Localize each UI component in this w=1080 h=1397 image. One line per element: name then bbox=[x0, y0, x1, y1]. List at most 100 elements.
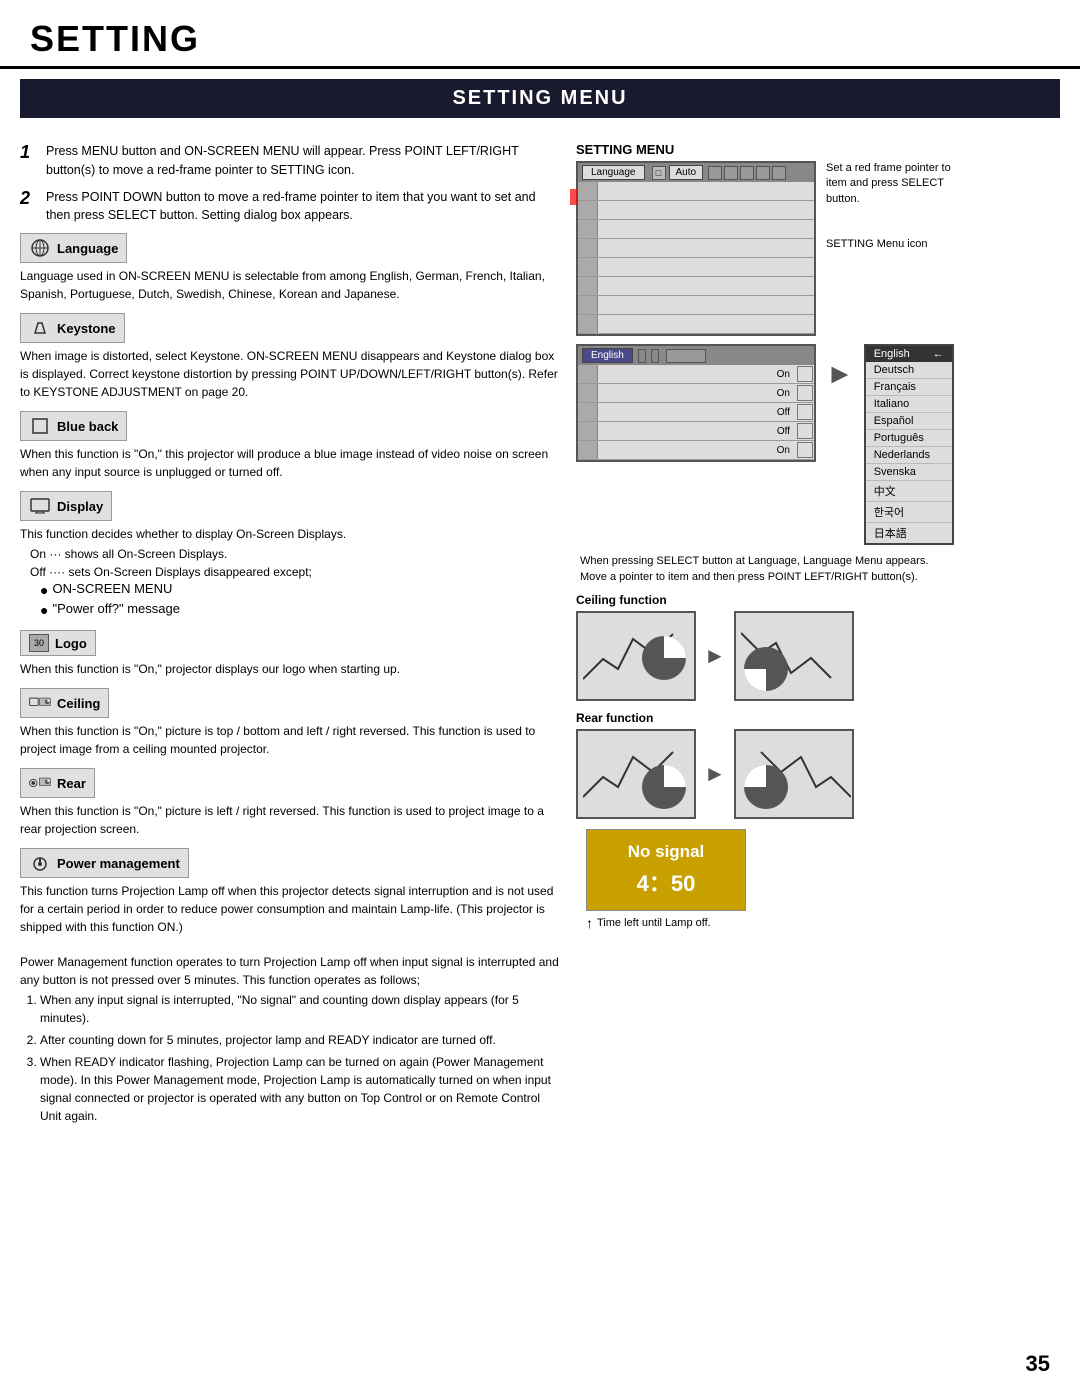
section-title: SETTING MENU bbox=[20, 79, 1060, 118]
power-management-desc1: This function turns Projection Lamp off … bbox=[20, 882, 560, 936]
second-menu-controls bbox=[666, 349, 706, 363]
power-management-header: Power management bbox=[20, 848, 189, 878]
menu-screenshot: Language □ Auto bbox=[576, 161, 816, 336]
menu-row-3-content bbox=[598, 239, 814, 257]
power-management-desc2: Power Management function operates to tu… bbox=[20, 953, 560, 989]
second-row-3-btn bbox=[797, 404, 813, 420]
menu-icon-box-5 bbox=[772, 166, 786, 180]
rear-circle-normal bbox=[639, 762, 689, 812]
second-row-4-content bbox=[598, 430, 771, 432]
feature-power-management: Power management This function turns Pro… bbox=[20, 848, 560, 1125]
feature-blue-back: Blue back When this function is "On," th… bbox=[20, 411, 560, 481]
feature-rear: Rear When this function is "On," picture… bbox=[20, 768, 560, 838]
menu-row-0 bbox=[578, 182, 814, 201]
display-desc: This function decides whether to display… bbox=[20, 525, 560, 543]
menu-tab-auto: Auto bbox=[669, 165, 704, 180]
lang-item-chinese: 中文 bbox=[866, 481, 952, 502]
second-row-1-btn bbox=[797, 366, 813, 382]
menu-icon-boxes bbox=[708, 166, 786, 180]
rear-header: Rear bbox=[20, 768, 95, 798]
rear-arrow-icon: ► bbox=[704, 761, 726, 787]
menu-rows bbox=[578, 182, 814, 334]
time-left-label: Time left until Lamp off. bbox=[597, 917, 711, 929]
lang-item-nederlands: Nederlands bbox=[866, 447, 952, 464]
second-row-2: On bbox=[578, 384, 814, 403]
ceiling-circle-flipped bbox=[741, 644, 791, 694]
lang-item-portugues: Português bbox=[866, 430, 952, 447]
second-row-4-icon bbox=[578, 422, 598, 440]
display-label: Display bbox=[57, 499, 103, 514]
menu-row-1-content bbox=[598, 201, 814, 219]
menu-icon-box-1 bbox=[708, 166, 722, 180]
ceiling-section: Ceiling function ► bbox=[576, 593, 1060, 701]
no-signal-title: No signal bbox=[607, 842, 725, 862]
left-column: 1 Press MENU button and ON-SCREEN MENU w… bbox=[20, 132, 560, 1135]
right-setting-menu-label: SETTING MENU bbox=[576, 142, 1060, 157]
move-pointer-note: Move a pointer to item and then press PO… bbox=[580, 571, 1060, 583]
second-menu-sep2 bbox=[651, 349, 659, 363]
second-menu-topbar: English bbox=[578, 346, 814, 365]
feature-language: Language Language used in ON-SCREEN MENU… bbox=[20, 233, 560, 303]
keystone-icon bbox=[29, 317, 51, 339]
menu-row-7-icon bbox=[578, 315, 598, 333]
menu-row-4-icon bbox=[578, 258, 598, 276]
second-menu-screenshot: English On On bbox=[576, 344, 816, 462]
bullet-icon-1: ● bbox=[40, 581, 48, 601]
menu-annotation1: Set a red frame pointer to item and pres… bbox=[826, 161, 956, 207]
menu-icon-box-2 bbox=[724, 166, 738, 180]
menu-rows-inner bbox=[578, 182, 814, 334]
menu-icon-box-4 bbox=[756, 166, 770, 180]
menu-row-1 bbox=[578, 201, 814, 220]
page-header: SETTING bbox=[0, 0, 1080, 69]
lang-item-francais: Français bbox=[866, 379, 952, 396]
second-row-3-val: Off bbox=[771, 406, 796, 419]
step-2-number: 2 bbox=[20, 188, 38, 226]
blue-back-desc: When this function is "On," this project… bbox=[20, 445, 560, 481]
menu-row-7-content bbox=[598, 315, 814, 333]
ceiling-panel-pair: ► bbox=[576, 611, 1060, 701]
second-row-3-icon bbox=[578, 403, 598, 421]
step-1-text: Press MENU button and ON-SCREEN MENU wil… bbox=[46, 142, 560, 180]
arrow-up-icon: ↑ bbox=[586, 915, 593, 931]
arrow-lang-section: English On On bbox=[576, 344, 1060, 545]
blue-back-icon bbox=[29, 415, 51, 437]
menu-row-2-content bbox=[598, 220, 814, 238]
second-menu-sep1 bbox=[638, 349, 646, 363]
menu-row-5 bbox=[578, 277, 814, 296]
display-bullet-1-text: ON-SCREEN MENU bbox=[52, 581, 172, 596]
display-bullet-2: ● "Power off?" message bbox=[40, 601, 560, 621]
second-row-1-val: On bbox=[771, 368, 796, 381]
rear-circle-flipped bbox=[741, 762, 791, 812]
second-row-4-val: Off bbox=[771, 425, 796, 438]
language-header: Language bbox=[20, 233, 127, 263]
second-row-1-icon bbox=[578, 365, 598, 383]
rear-function-label: Rear function bbox=[576, 711, 1060, 725]
display-sub-on: On ··· shows all On-Screen Displays. bbox=[30, 545, 560, 563]
ceiling-header: Ceiling bbox=[20, 688, 109, 718]
ceiling-desc: When this function is "On," picture is t… bbox=[20, 722, 560, 758]
menu-row-2 bbox=[578, 220, 814, 239]
rear-icon bbox=[29, 772, 51, 794]
display-sub-off: Off ···· sets On-Screen Displays disappe… bbox=[30, 563, 560, 581]
second-row-1-content bbox=[598, 373, 771, 375]
menu-row-2-icon bbox=[578, 220, 598, 238]
language-icon bbox=[29, 237, 51, 259]
lang-item-japanese: 日本語 bbox=[866, 523, 952, 543]
display-header: Display bbox=[20, 491, 112, 521]
page-title: SETTING bbox=[30, 18, 1050, 60]
menu-row-6 bbox=[578, 296, 814, 315]
step-1-number: 1 bbox=[20, 142, 38, 180]
display-bullet-1: ● ON-SCREEN MENU bbox=[40, 581, 560, 601]
menu-annotations: Set a red frame pointer to item and pres… bbox=[826, 161, 956, 336]
menu-row-5-content bbox=[598, 277, 814, 295]
move-pointer-note-text: Move a pointer to item and then press PO… bbox=[580, 571, 918, 583]
menu-row-0-content bbox=[598, 182, 814, 200]
lang-select-note-text: When pressing SELECT button at Language,… bbox=[580, 555, 928, 567]
lang-select-note: When pressing SELECT button at Language,… bbox=[580, 555, 1060, 567]
feature-display: Display This function decides whether to… bbox=[20, 491, 560, 620]
menu-tab-language: Language bbox=[582, 165, 645, 180]
menu-row-6-content bbox=[598, 296, 814, 314]
logo-header: 30 Logo bbox=[20, 630, 96, 656]
lang-item-svenska: Svenska bbox=[866, 464, 952, 481]
red-frame-pointer bbox=[570, 189, 578, 205]
